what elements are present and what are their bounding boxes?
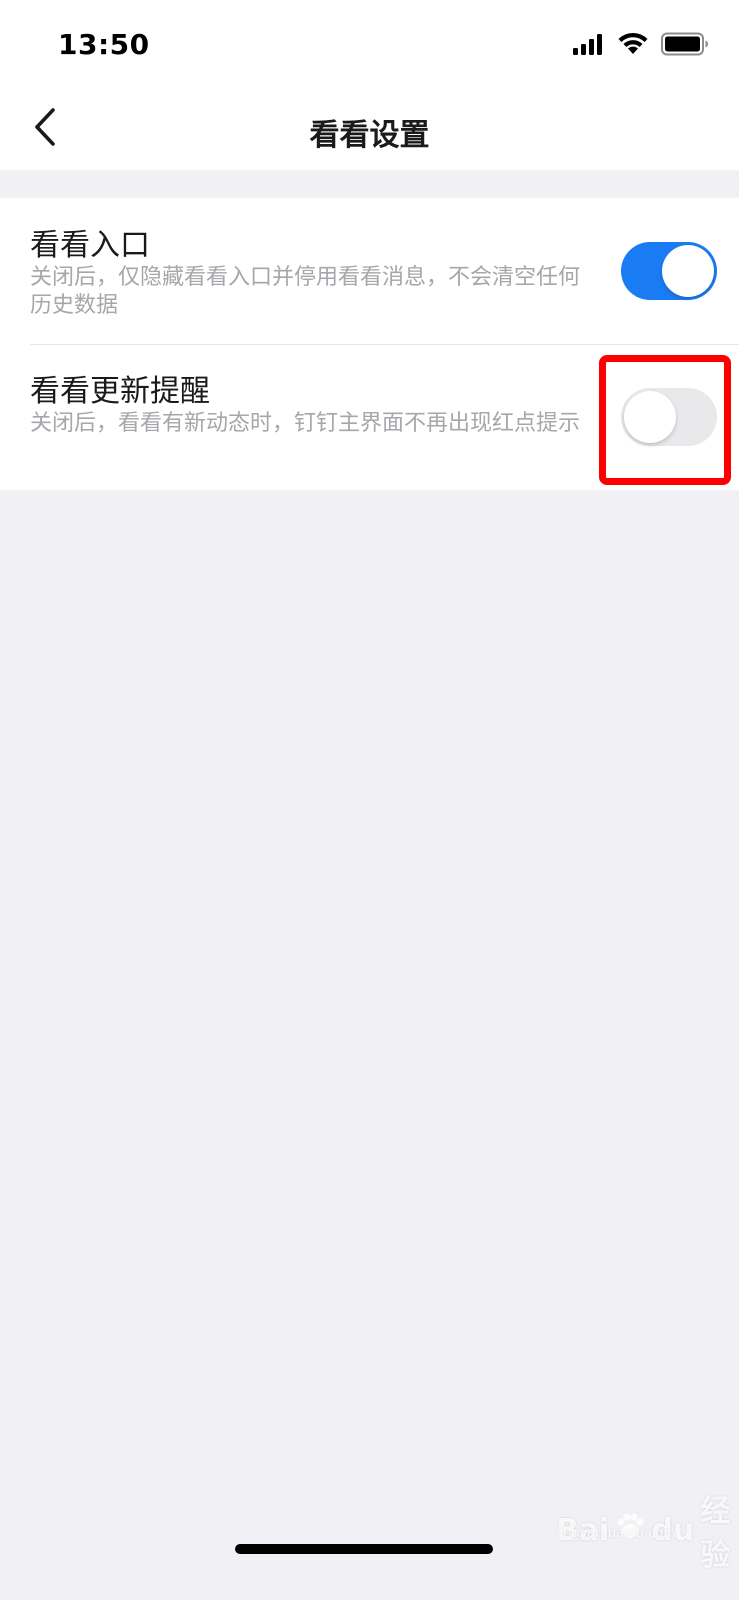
watermark-url: jingyan.baidu.com	[556, 1526, 676, 1541]
setting-row-update-reminder: 看看更新提醒 关闭后，看看有新动态时，钉钉主界面不再出现红点提示	[0, 344, 739, 490]
entry-toggle[interactable]	[621, 242, 717, 300]
setting-title: 看看入口	[30, 228, 150, 263]
setting-title: 看看更新提醒	[30, 374, 210, 409]
settings-group: 看看入口 关闭后，仅隐藏看看入口并停用看看消息，不会清空任何历史数据 看看更新提…	[0, 198, 739, 490]
wifi-icon	[617, 32, 649, 60]
status-bar: 13:50	[0, 0, 739, 90]
setting-description: 关闭后，看看有新动态时，钉钉主界面不再出现红点提示	[30, 411, 581, 436]
status-icons	[573, 32, 709, 60]
navigation-bar: 看看设置	[0, 90, 739, 170]
battery-icon	[661, 32, 709, 60]
home-indicator	[235, 1544, 493, 1554]
page-title: 看看设置	[309, 118, 430, 153]
setting-row-entry: 看看入口 关闭后，仅隐藏看看入口并停用看看消息，不会清空任何历史数据	[0, 198, 739, 344]
update-reminder-toggle[interactable]	[621, 388, 717, 446]
setting-description: 关闭后，仅隐藏看看入口并停用看看消息，不会清空任何历史数据	[30, 265, 581, 318]
cellular-signal-icon	[573, 33, 605, 59]
status-time: 13:50	[58, 28, 150, 61]
toggle-knob	[624, 391, 676, 443]
watermark-text: 经验	[700, 1494, 731, 1573]
toggle-knob	[662, 245, 714, 297]
